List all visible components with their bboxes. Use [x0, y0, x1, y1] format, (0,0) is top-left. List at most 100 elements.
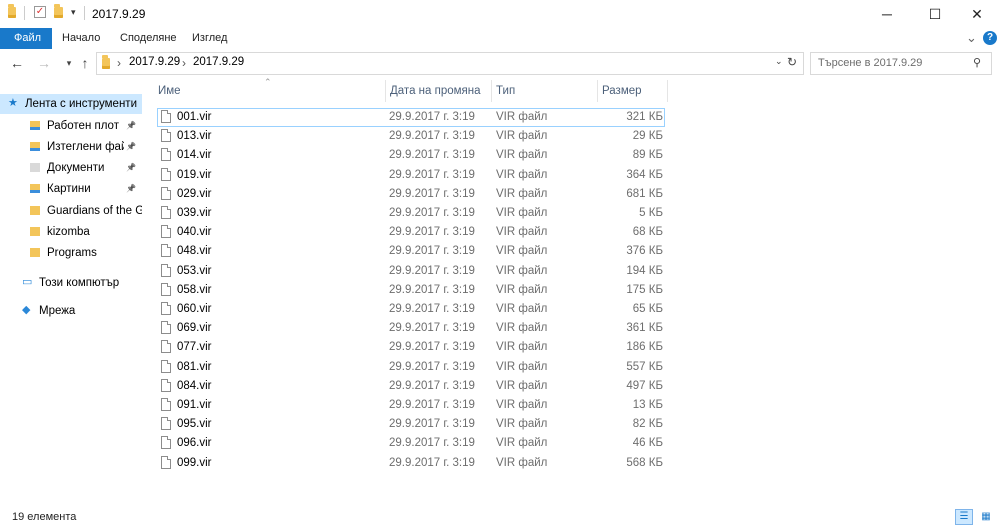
close-button[interactable]: ✕	[954, 0, 1000, 28]
search-input[interactable]: Търсене в 2017.9.29 ⚲	[810, 52, 992, 75]
file-icon	[161, 321, 171, 334]
refresh-icon[interactable]: ↻	[787, 55, 797, 69]
breadcrumb-separator[interactable]: ›	[117, 56, 121, 70]
file-row[interactable]: 013.vir 29.9.2017 г. 3:19 VIR файл 29 КБ	[157, 127, 665, 146]
address-row: ← → ▾ ↑ › 2017.9.29 › 2017.9.29 ⌄ ↻ Търс…	[0, 49, 1000, 77]
file-row[interactable]: 095.vir 29.9.2017 г. 3:19 VIR файл 82 КБ	[157, 415, 665, 434]
folder-icon	[30, 248, 40, 257]
nav-item[interactable]: ▭ Този компютър	[0, 273, 142, 293]
file-row[interactable]: 040.vir 29.9.2017 г. 3:19 VIR файл 68 КБ	[157, 223, 665, 242]
pin-icon[interactable]: 📌	[126, 158, 136, 178]
breadcrumb-item[interactable]: 2017.9.29	[193, 56, 244, 68]
column-date-modified[interactable]: Дата на промяна	[386, 80, 492, 102]
tab-file[interactable]: Файл	[0, 28, 52, 49]
file-type: VIR файл	[496, 284, 548, 296]
breadcrumb-separator[interactable]: ›	[182, 56, 186, 70]
file-name: 040.vir	[177, 226, 212, 238]
new-folder-icon[interactable]	[54, 4, 68, 19]
address-dropdown-icon[interactable]: ⌄	[775, 56, 783, 67]
file-row[interactable]: 060.vir 29.9.2017 г. 3:19 VIR файл 65 КБ	[157, 300, 665, 319]
file-icon	[161, 340, 171, 353]
nav-item[interactable]: ★ Лента с инструменти	[0, 94, 142, 114]
file-row[interactable]: 077.vir 29.9.2017 г. 3:19 VIR файл 186 КБ	[157, 338, 665, 357]
nav-item-label: Лента с инструменти	[25, 98, 137, 110]
tab-home[interactable]: Начало	[52, 28, 110, 49]
file-size: 175 КБ	[626, 284, 663, 296]
forward-arrow-icon[interactable]: →	[36, 55, 52, 71]
help-icon[interactable]: ?	[983, 31, 997, 45]
nav-item[interactable]: Документи 📌	[0, 158, 142, 178]
file-row[interactable]: 039.vir 29.9.2017 г. 3:19 VIR файл 5 КБ	[157, 204, 665, 223]
nav-item[interactable]: Работен плот 📌	[0, 116, 142, 136]
file-row[interactable]: 058.vir 29.9.2017 г. 3:19 VIR файл 175 КБ	[157, 281, 665, 300]
pictures-icon	[30, 184, 40, 193]
nav-item[interactable]: Programs	[0, 243, 142, 263]
file-icon	[161, 187, 171, 200]
file-date-modified: 29.9.2017 г. 3:19	[389, 457, 475, 469]
file-type: VIR файл	[496, 341, 548, 353]
tab-view[interactable]: Изглед	[182, 28, 237, 49]
nav-item[interactable]: Изтеглени файлове📌	[0, 137, 142, 157]
pin-icon[interactable]: 📌	[126, 179, 136, 199]
column-headers: ⌃ Име Дата на промяна Тип Размер	[154, 77, 668, 102]
address-bar[interactable]: › 2017.9.29 › 2017.9.29 ⌄ ↻	[96, 52, 804, 75]
nav-item[interactable]: ◆ Мрежа	[0, 301, 142, 321]
file-date-modified: 29.9.2017 г. 3:19	[389, 361, 475, 373]
file-icon	[161, 436, 171, 449]
file-name: 091.vir	[177, 399, 212, 411]
file-row[interactable]: 019.vir 29.9.2017 г. 3:19 VIR файл 364 КБ	[157, 166, 665, 185]
file-row[interactable]: 053.vir 29.9.2017 г. 3:19 VIR файл 194 КБ	[157, 262, 665, 281]
file-row[interactable]: 081.vir 29.9.2017 г. 3:19 VIR файл 557 КБ	[157, 358, 665, 377]
file-date-modified: 29.9.2017 г. 3:19	[389, 399, 475, 411]
file-row[interactable]: 069.vir 29.9.2017 г. 3:19 VIR файл 361 КБ	[157, 319, 665, 338]
network-icon: ◆	[22, 304, 31, 316]
properties-icon[interactable]: ✓	[34, 6, 46, 18]
file-type: VIR файл	[496, 437, 548, 449]
column-name[interactable]: Име	[154, 80, 386, 102]
nav-item[interactable]: kizomba	[0, 222, 142, 242]
file-name: 048.vir	[177, 245, 212, 257]
back-arrow-icon[interactable]: ←	[9, 55, 25, 71]
minimize-button[interactable]: ─	[864, 0, 910, 28]
navigation-pane: ★ Лента с инструменти Работен плот 📌 Изтегле…	[0, 85, 142, 505]
breadcrumb-item[interactable]: 2017.9.29	[129, 56, 180, 68]
file-row[interactable]: 048.vir 29.9.2017 г. 3:19 VIR файл 376 КБ	[157, 242, 665, 261]
file-row[interactable]: 084.vir 29.9.2017 г. 3:19 VIR файл 497 КБ	[157, 377, 665, 396]
nav-item-label: kizomba	[47, 226, 90, 238]
file-row[interactable]: 014.vir 29.9.2017 г. 3:19 VIR файл 89 КБ	[157, 146, 665, 165]
file-icon	[161, 302, 171, 315]
nav-item-label: Мрежа	[39, 305, 76, 317]
tab-share[interactable]: Споделяне	[110, 28, 187, 49]
file-row[interactable]: 096.vir 29.9.2017 г. 3:19 VIR файл 46 КБ	[157, 434, 665, 453]
folder-icon	[30, 227, 40, 236]
download-folder-icon	[30, 142, 40, 151]
file-size: 5 КБ	[639, 207, 663, 219]
nav-item[interactable]: Guardians of the Galaxy	[0, 201, 142, 221]
pin-icon[interactable]: 📌	[126, 137, 136, 157]
maximize-button[interactable]: ☐	[912, 0, 958, 28]
window-title: 2017.9.29	[92, 7, 146, 21]
search-icon[interactable]: ⚲	[973, 56, 981, 69]
file-icon	[161, 456, 171, 469]
file-size: 376 КБ	[626, 245, 663, 257]
file-size: 557 КБ	[626, 361, 663, 373]
nav-item[interactable]: Картини 📌	[0, 179, 142, 199]
pin-icon[interactable]: 📌	[126, 116, 136, 136]
details-view-icon[interactable]: ☰	[955, 509, 973, 525]
file-row[interactable]: 029.vir 29.9.2017 г. 3:19 VIR файл 681 КБ	[157, 185, 665, 204]
column-size[interactable]: Размер	[598, 80, 668, 102]
file-row[interactable]: 001.vir 29.9.2017 г. 3:19 VIR файл 321 КБ	[157, 108, 665, 127]
expand-ribbon-icon[interactable]: ⌄	[966, 30, 977, 46]
column-type[interactable]: Тип	[492, 80, 598, 102]
file-row[interactable]: 099.vir 29.9.2017 г. 3:19 VIR файл 568 КБ	[157, 454, 665, 473]
file-name: 084.vir	[177, 380, 212, 392]
customize-toolbar-icon[interactable]: ▾	[71, 7, 76, 18]
large-icons-view-icon[interactable]: ▦	[977, 509, 995, 525]
up-arrow-icon[interactable]: ↑	[77, 55, 93, 71]
file-type: VIR файл	[496, 399, 548, 411]
file-row[interactable]: 091.vir 29.9.2017 г. 3:19 VIR файл 13 КБ	[157, 396, 665, 415]
file-type: VIR файл	[496, 322, 548, 334]
file-icon	[161, 244, 171, 257]
file-date-modified: 29.9.2017 г. 3:19	[389, 111, 475, 123]
recent-locations-icon[interactable]: ▾	[61, 55, 77, 71]
